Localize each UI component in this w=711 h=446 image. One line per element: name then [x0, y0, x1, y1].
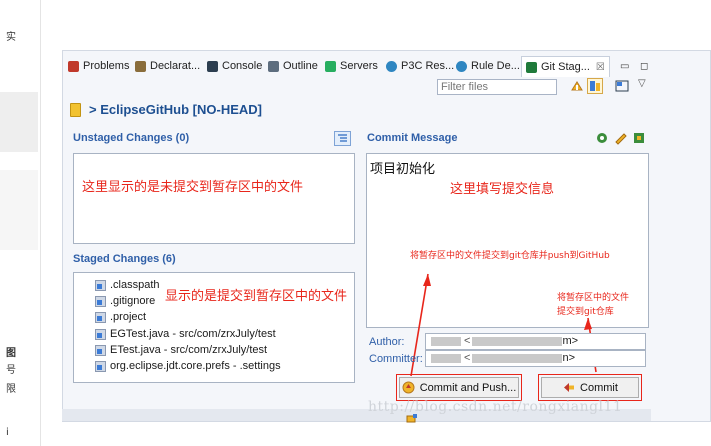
commit-and-push-button[interactable]: Commit and Push... [399, 377, 519, 398]
commit-icon [564, 383, 575, 392]
redacted-text [472, 336, 563, 346]
commit-button[interactable]: Commit [541, 377, 639, 398]
commit-arrow-head [584, 318, 592, 330]
committer-label: Committer: [369, 353, 423, 365]
redacted-text [472, 353, 563, 363]
redacted-text [431, 353, 461, 363]
author-label: Author: [369, 336, 405, 348]
author-field[interactable]: < m> [425, 333, 646, 350]
redacted-text [431, 336, 461, 346]
watermark: http://blog.csdn.net/rongxiangl11 [368, 399, 623, 415]
committer-field[interactable]: < n> [425, 350, 646, 367]
push-icon [402, 381, 415, 394]
